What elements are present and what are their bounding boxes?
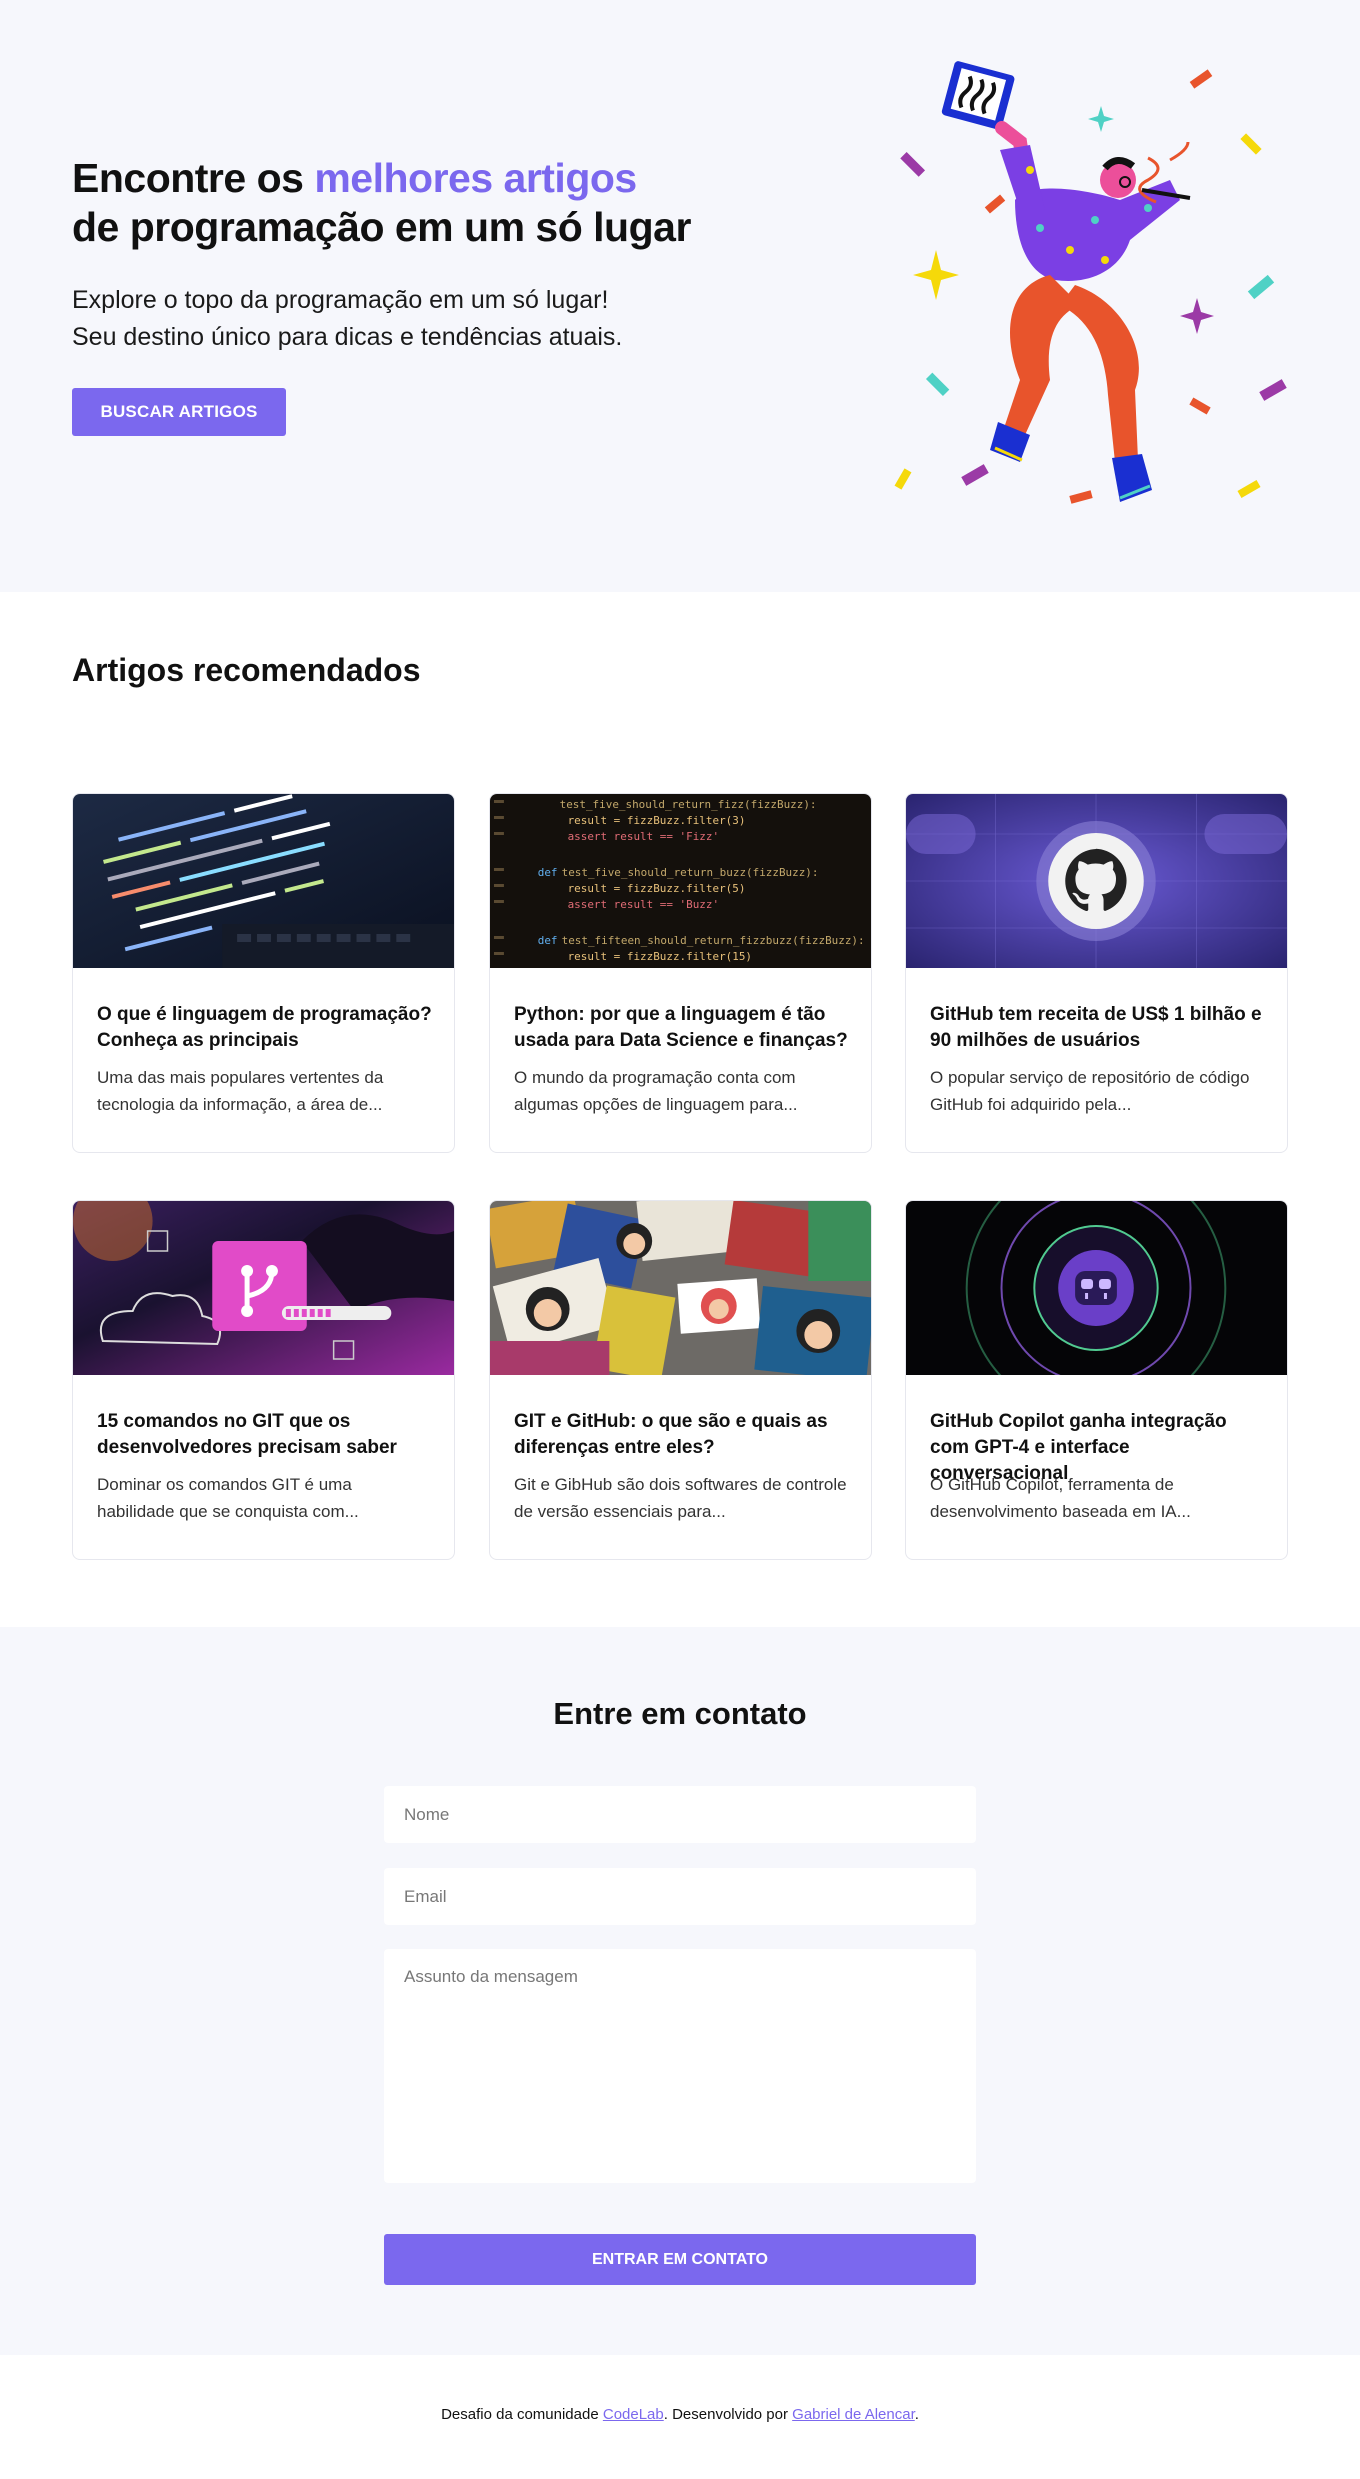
email-input[interactable] — [384, 1868, 976, 1925]
article-title[interactable]: GitHub tem receita de US$ 1 bilhão e 90 … — [930, 1002, 1267, 1054]
svg-text:def: def — [538, 866, 558, 879]
author-link[interactable]: Gabriel de Alencar — [792, 2406, 915, 2423]
article-title[interactable]: Python: por que a linguagem é tão usada … — [514, 1002, 851, 1054]
svg-text:assert result == 'Buzz': assert result == 'Buzz' — [568, 898, 719, 911]
contact-title: Entre em contato — [553, 1696, 807, 1731]
svg-text:result = fizzBuzz.filter(5): result = fizzBuzz.filter(5) — [568, 882, 746, 895]
section-title: Artigos recomendados — [72, 652, 421, 688]
codelab-link[interactable]: CodeLab — [603, 2406, 664, 2423]
article-card[interactable]: GIT e GitHub: o que são e quais as difer… — [489, 1200, 872, 1560]
article-excerpt: Uma das mais populares vertentes da tecn… — [97, 1068, 384, 1114]
article-title[interactable]: GIT e GitHub: o que são e quais as difer… — [514, 1409, 851, 1461]
github-logo-image — [906, 794, 1287, 968]
footer-prefix: Desafio da comunidade — [441, 2406, 603, 2423]
hero-subtitle-line2: Seu destino único para dicas e tendência… — [72, 323, 623, 351]
recommended-articles-section: Artigos recomendados O que é linguagem d… — [0, 592, 1360, 1627]
hero-section: Encontre os melhores artigos de programa… — [0, 0, 1360, 592]
svg-text:result = fizzBuzz.filter(3): result = fizzBuzz.filter(3) — [568, 814, 746, 827]
article-title[interactable]: 15 comandos no GIT que os desenvolvedore… — [97, 1409, 434, 1461]
search-articles-button[interactable]: Buscar artigos — [72, 388, 286, 436]
article-excerpt: O GitHub Copilot, ferramenta de desenvol… — [930, 1475, 1191, 1521]
svg-text:result = fizzBuzz.filter(15): result = fizzBuzz.filter(15) — [568, 950, 752, 963]
octocat-stickers-image — [490, 1201, 871, 1375]
python-code-screen-image: test_five_should_return_fizz(fizzBuzz): … — [490, 794, 871, 968]
hero-title-accent: melhores artigos — [314, 155, 637, 201]
svg-text:test_five_should_return_fizz(f: test_five_should_return_fizz(fizzBuzz): — [560, 798, 817, 811]
hero-subtitle: Explore o topo da programação em um só l… — [72, 282, 622, 356]
svg-text:test_five_should_return_buzz(f: test_five_should_return_buzz(fizzBuzz): — [562, 866, 819, 879]
hero-title: Encontre os melhores artigos de programa… — [72, 154, 691, 252]
article-card[interactable]: 15 comandos no GIT que os desenvolvedore… — [72, 1200, 455, 1560]
code-on-laptop-image — [73, 794, 454, 968]
article-excerpt: Dominar os comandos GIT é uma habilidade… — [97, 1475, 359, 1521]
footer-suffix: . — [914, 2406, 919, 2423]
git-branch-illustration-image — [73, 1201, 454, 1375]
article-excerpt: Git e GibHub são dois softwares de contr… — [514, 1475, 847, 1521]
article-excerpt: O mundo da programação conta com algumas… — [514, 1068, 798, 1114]
message-textarea[interactable] — [384, 1949, 976, 2183]
footer-middle: . Desenvolvido por — [663, 2406, 793, 2423]
footer-text: Desafio da comunidade CodeLab. Desenvolv… — [0, 2406, 1360, 2423]
copilot-logo-image — [906, 1201, 1287, 1375]
svg-text:assert result == 'Fizz': assert result == 'Fizz' — [568, 830, 719, 843]
article-card[interactable]: O que é linguagem de programação? Conheç… — [72, 793, 455, 1153]
article-excerpt: O popular serviço de repositório de códi… — [930, 1068, 1250, 1114]
contact-section: Entre em contato Entrar em contato — [0, 1627, 1360, 2355]
hero-title-part2: de programação em um só lugar — [72, 204, 691, 250]
hero-subtitle-line1: Explore o topo da programação em um só l… — [72, 286, 609, 314]
hero-title-part1: Encontre os — [72, 155, 315, 201]
article-card[interactable]: test_five_should_return_fizz(fizzBuzz): … — [489, 793, 872, 1153]
footer: Desafio da comunidade CodeLab. Desenvolv… — [0, 2355, 1360, 2479]
article-title[interactable]: O que é linguagem de programação? Conheç… — [97, 1002, 434, 1054]
submit-contact-button[interactable]: Entrar em contato — [384, 2234, 976, 2285]
svg-text:test_fifteen_should_return_fiz: test_fifteen_should_return_fizzbuzz(fizz… — [562, 934, 865, 947]
article-card[interactable]: GitHub Copilot ganha integração com GPT-… — [905, 1200, 1288, 1560]
article-card[interactable]: GitHub tem receita de US$ 1 bilhão e 90 … — [905, 793, 1288, 1153]
name-input[interactable] — [384, 1786, 976, 1843]
svg-text:def: def — [538, 934, 558, 947]
dancing-programmer-illustration — [894, 61, 1287, 504]
